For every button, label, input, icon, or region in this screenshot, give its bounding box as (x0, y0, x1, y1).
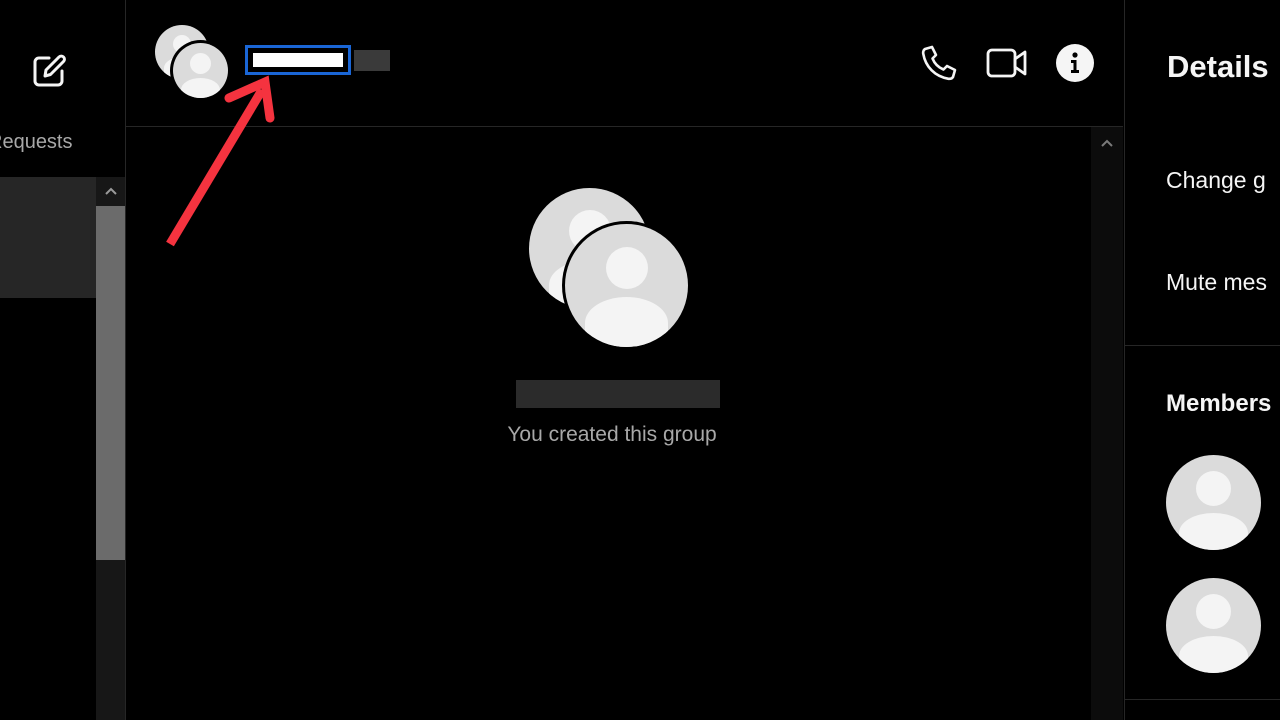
audio-call-button[interactable] (916, 40, 962, 86)
phone-icon (921, 45, 957, 81)
sidebar-scroll-up-button[interactable] (96, 177, 125, 205)
conversation-sidebar: Requests (0, 0, 126, 720)
video-camera-icon (986, 48, 1027, 78)
group-created-notice: You created this group (507, 423, 717, 446)
video-call-button[interactable] (984, 40, 1030, 86)
mute-messages-item[interactable]: Mute mes (1166, 269, 1267, 296)
sidebar-scrollbar-thumb[interactable] (96, 206, 125, 560)
details-divider (1125, 699, 1280, 700)
redacted-group-name (354, 50, 390, 71)
message-list: You created this group (126, 127, 1091, 720)
member-avatar[interactable] (1166, 578, 1261, 673)
change-group-name-item[interactable]: Change g (1166, 167, 1266, 194)
compose-icon (33, 54, 66, 87)
info-icon (1056, 44, 1094, 82)
chevron-up-icon (104, 187, 117, 195)
chevron-up-icon (1101, 139, 1113, 147)
redacted-group-title (516, 380, 720, 408)
requests-tab[interactable]: Requests (0, 131, 73, 154)
avatar (173, 43, 228, 98)
compose-button[interactable] (28, 50, 70, 92)
chat-header (126, 0, 1123, 127)
chat-scroll-up-button[interactable] (1091, 131, 1123, 155)
conversation-info-button[interactable] (1052, 40, 1098, 86)
details-title: Details (1167, 49, 1269, 84)
member-avatar[interactable] (1166, 455, 1261, 550)
members-title: Members (1166, 390, 1272, 417)
app-window: Requests (0, 0, 1280, 720)
group-name-input[interactable] (245, 45, 351, 75)
chat-scrollbar-track[interactable] (1091, 127, 1123, 720)
avatar (565, 224, 688, 347)
details-divider (1125, 345, 1280, 346)
selected-conversation-item[interactable] (0, 177, 96, 298)
details-panel: Details Change g Mute mes Members (1124, 0, 1280, 720)
